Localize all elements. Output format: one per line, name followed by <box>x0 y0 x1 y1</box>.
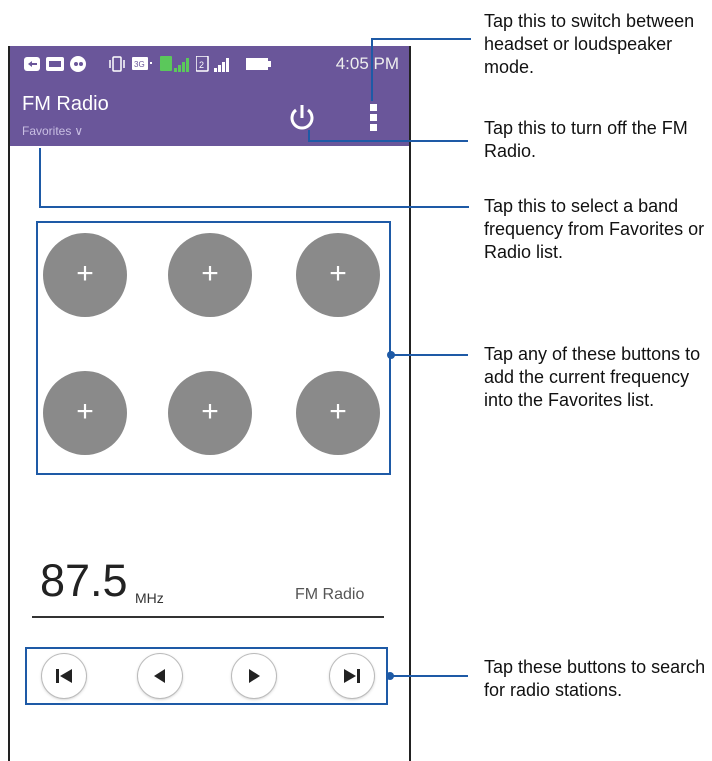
more-vert-icon <box>370 104 377 131</box>
frequency-unit: MHz <box>135 590 164 606</box>
message-icon <box>46 56 64 72</box>
signal-icon <box>214 56 232 72</box>
app-title: FM Radio <box>22 93 109 115</box>
callout-line <box>371 38 471 40</box>
svg-text:2: 2 <box>199 60 204 70</box>
callout-power-text: Tap this to turn off the FM Radio. <box>484 118 688 161</box>
band-dropdown[interactable]: Favorites ∨ <box>22 124 83 138</box>
signal-icon <box>174 56 192 72</box>
battery-icon <box>246 56 274 72</box>
favorites-highlight-box <box>36 221 391 475</box>
controls-highlight-box <box>25 647 388 705</box>
callout-line <box>391 354 468 356</box>
divider <box>32 616 384 618</box>
power-icon <box>290 105 314 130</box>
vibrate-icon <box>108 56 126 72</box>
chat-icon <box>70 56 86 72</box>
callout-line <box>308 140 468 142</box>
sim-icon <box>160 56 174 72</box>
callout-line <box>39 206 469 208</box>
sim-icon: 2 <box>196 56 210 72</box>
svg-text:3G: 3G <box>134 60 145 69</box>
callout-line <box>390 675 468 677</box>
callout-search-text: Tap these buttons to search for radio st… <box>484 657 706 700</box>
callout-line <box>39 148 41 208</box>
callout-line <box>371 38 373 101</box>
status-time: 4:05 PM <box>335 54 399 73</box>
overflow-menu-button[interactable] <box>364 100 384 134</box>
app-bar: 3G 2 4:05 PM FM Radio Favorites ∨ <box>10 46 409 146</box>
power-button[interactable] <box>286 102 318 134</box>
status-bar: 3G 2 4:05 PM <box>10 46 409 82</box>
callout-overflow-text: Tap this to switch between headset or lo… <box>484 11 695 77</box>
callout-band-text: Tap this to select a band frequency from… <box>484 196 705 262</box>
frequency-value: 87.5 <box>40 555 128 606</box>
band-dropdown-label: Favorites <box>22 124 72 138</box>
notification-icon <box>24 56 40 72</box>
3g-icon: 3G <box>132 56 152 72</box>
callout-favorites-text: Tap any of these buttons to add the curr… <box>484 344 701 410</box>
station-label: FM Radio <box>295 586 365 603</box>
chevron-down-icon: ∨ <box>74 124 84 138</box>
